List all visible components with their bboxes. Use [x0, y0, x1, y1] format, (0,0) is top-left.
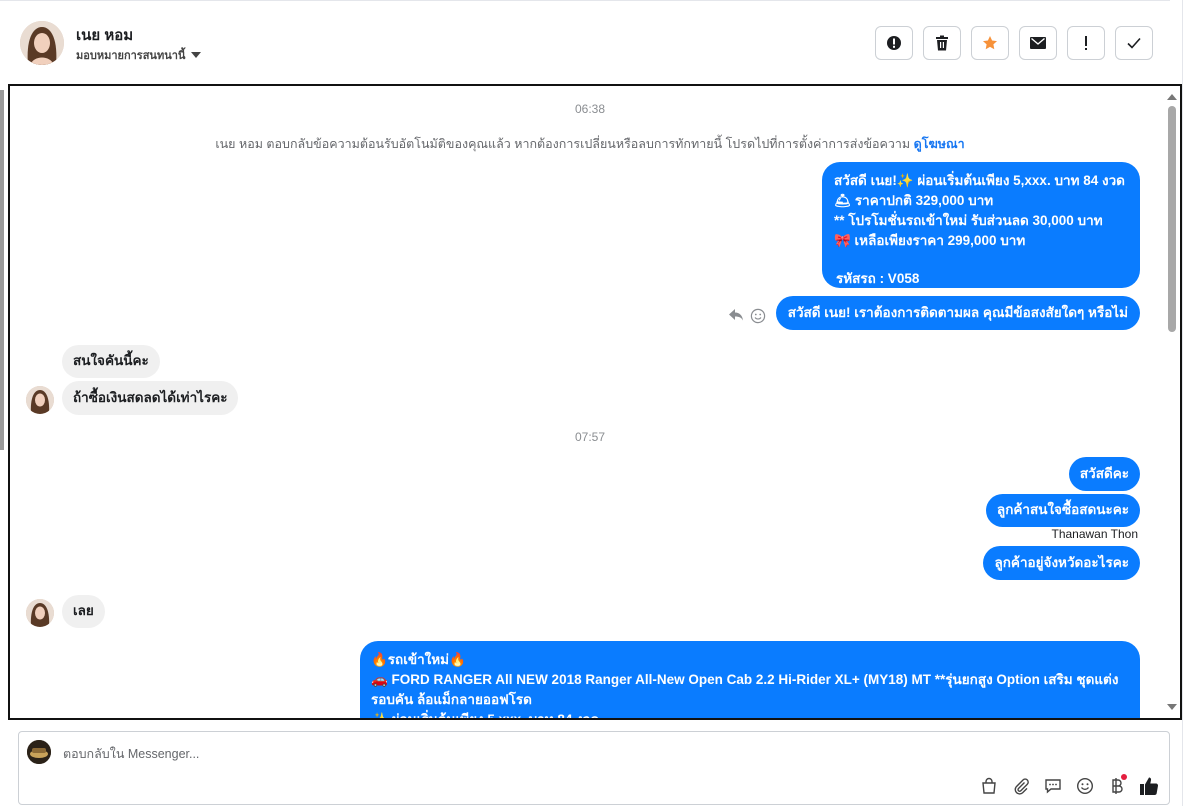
message-line: ** โปรโมชั่นรถเข้าใหม่ รับส่วนลด 30,000 … [834, 213, 1103, 228]
right-panel-edge [1182, 0, 1199, 806]
message-line: 🔥รถเข้าใหม่🔥 [371, 652, 466, 667]
action-toolbar [875, 26, 1153, 60]
done-button[interactable] [1115, 26, 1153, 60]
attach-button[interactable] [1011, 776, 1031, 796]
message-bubble-outgoing[interactable]: สวัสดี เนย! เราต้องการติดตามผล คุณมีข้อส… [775, 296, 1140, 330]
reply-input[interactable]: ตอบกลับใน Messenger... [63, 744, 199, 764]
message-bubble-incoming[interactable]: เลย [62, 595, 105, 628]
message-bubble-outgoing[interactable]: ลูกค้าอยู่จังหวัดอะไรคะ [983, 546, 1140, 580]
message-bubble-outgoing[interactable]: 🔥รถเข้าใหม่🔥 🚗 FORD RANGER All NEW 2018 … [360, 641, 1140, 720]
message-line: 🚗 FORD RANGER All NEW 2018 Ranger All-Ne… [371, 672, 1119, 687]
exclamation-circle-icon [887, 36, 901, 50]
react-emoji-icon[interactable] [750, 308, 766, 324]
message-thread[interactable]: 06:38 เนย หอม ตอบกลับข้อความต้อนรับอัตโน… [8, 84, 1182, 720]
sender-name: Thanawan Thon [1051, 527, 1138, 541]
message-line: 🛎 ราคาปกติ 329,000 บาท [834, 193, 994, 208]
message-line: สวัสดี เนย!✨ ผ่อนเริ่มต้นเพียง 5,xxx. บา… [834, 173, 1125, 188]
message-bubble-outgoing[interactable]: สวัสดี เนย!✨ ผ่อนเริ่มต้นเพียง 5,xxx. บา… [822, 162, 1140, 288]
scroll-down-arrow-icon[interactable] [1167, 704, 1177, 710]
mark-unread-button[interactable] [1019, 26, 1057, 60]
left-scroll-edge [0, 90, 4, 450]
shop-bag-button[interactable] [979, 776, 999, 796]
message-hover-actions [728, 308, 766, 324]
timestamp: 07:57 [574, 430, 606, 444]
emoji-icon [1076, 777, 1094, 795]
thread-scrollbar[interactable] [1166, 88, 1178, 716]
payment-button[interactable] [1107, 774, 1127, 796]
message-bubble-incoming[interactable]: ถ้าซื้อเงินสดลดได้เท่าไรคะ [62, 381, 239, 415]
contact-avatar-small [26, 599, 54, 627]
chat-bubble-icon [1045, 779, 1061, 794]
message-line: 🎀 เหลือเพียงราคา 299,000 บาท [834, 233, 1026, 248]
caret-down-icon [191, 52, 202, 58]
system-message: เนย หอม ตอบกลับข้อความต้อนรับอัตโนมัติขอ… [10, 134, 1170, 154]
delete-button[interactable] [923, 26, 961, 60]
composer-toolbar [979, 774, 1159, 796]
star-icon [983, 36, 997, 50]
spam-button[interactable] [875, 26, 913, 60]
paperclip-icon [1014, 778, 1029, 795]
like-button[interactable] [1139, 776, 1159, 796]
message-line: ✨ ผ่อนเริ่มต้นเพียง 5,xxx. บาท 84 งวด [371, 712, 600, 720]
message-bubble-outgoing[interactable]: สวัสดีคะ [1068, 457, 1140, 491]
notification-dot [1121, 774, 1127, 780]
assign-label: มอบหมายการสนทนานี้ [76, 50, 186, 62]
thumbs-up-icon [1140, 777, 1159, 796]
shopping-bag-icon [982, 777, 996, 794]
scroll-up-arrow-icon[interactable] [1167, 94, 1177, 100]
contact-avatar-small [26, 386, 54, 414]
emoji-button[interactable] [1075, 776, 1095, 796]
reply-icon[interactable] [728, 308, 744, 322]
exclamation-icon [1085, 36, 1087, 50]
trash-icon [936, 35, 948, 51]
message-bubble-outgoing[interactable]: ลูกค้าสนใจซื้อสดนะคะ [985, 494, 1140, 527]
reply-composer: ตอบกลับใน Messenger... [18, 731, 1170, 805]
contact-avatar[interactable] [20, 21, 64, 65]
system-message-text: เนย หอม ตอบกลับข้อความต้อนรับอัตโนมัติขอ… [215, 137, 911, 151]
contact-name: เนย หอม [76, 27, 134, 44]
messenger-inbox: เนย หอม มอบหมายการสนทนานี้ 06:38 เนย หอม… [0, 0, 1199, 806]
follow-up-button[interactable] [1067, 26, 1105, 60]
check-icon [1127, 37, 1141, 49]
assign-conversation-dropdown[interactable]: มอบหมายการสนทนานี้ [76, 46, 202, 64]
saved-replies-button[interactable] [1043, 776, 1063, 796]
envelope-icon [1030, 37, 1046, 49]
scrollbar-thumb[interactable] [1168, 106, 1176, 332]
view-ad-link[interactable]: ดูโฆษณา [914, 137, 965, 151]
message-line: รหัสรถ : V058 [836, 271, 920, 286]
page-avatar [27, 740, 51, 764]
conversation-header: เนย หอม มอบหมายการสนทนานี้ [0, 0, 1170, 84]
timestamp: 06:38 [574, 102, 606, 116]
message-bubble-incoming[interactable]: สนใจคันนี้คะ [62, 345, 160, 378]
star-button[interactable] [971, 26, 1009, 60]
message-line: รอบคัน ล้อแม็กลายออฟโรด [371, 692, 532, 707]
